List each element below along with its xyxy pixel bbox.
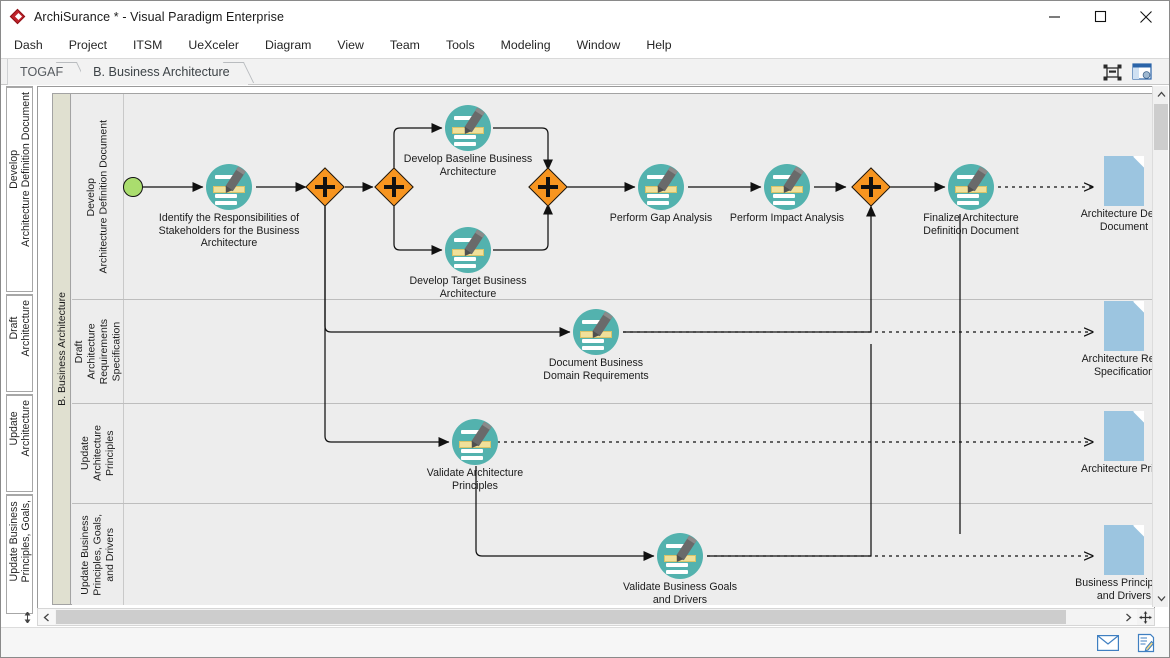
- task-label: Perform Impact Analysis: [692, 212, 882, 225]
- task-document-pencil-icon: [573, 309, 619, 355]
- menu-item-uexceler[interactable]: UeXceler: [175, 34, 252, 57]
- visual-paradigm-diamond-logo: [10, 9, 26, 25]
- menu-item-itsm[interactable]: ITSM: [120, 34, 175, 57]
- horizontal-scrollbar[interactable]: [37, 608, 1155, 626]
- application-window: ArchiSurance * - Visual Paradigm Enterpr…: [0, 0, 1170, 658]
- gateway-parallel-4[interactable]: [852, 168, 890, 206]
- data-object-business-principles-goals-and-drivers[interactable]: Business Principles, and Drivers: [1104, 525, 1144, 575]
- task-finalize-architecture-definition-document[interactable]: Finalize Architecture Definition Documen…: [948, 164, 994, 210]
- chevron-right-icon[interactable]: [1120, 609, 1137, 625]
- breadcrumb-tools: [1101, 61, 1153, 83]
- sidebar-tab-draft-architecture[interactable]: Draft Architecture: [6, 294, 33, 392]
- close-icon[interactable]: [1123, 1, 1169, 32]
- menu-item-project[interactable]: Project: [56, 34, 120, 57]
- data-object-icon: [1104, 525, 1144, 575]
- gateway-parallel-3[interactable]: [529, 168, 567, 206]
- data-object-architecture-principles[interactable]: Architecture Princi: [1104, 411, 1144, 461]
- parallel-gateway-icon: [852, 168, 890, 206]
- task-label: Develop Target Business Architecture: [353, 275, 583, 300]
- task-document-pencil-icon: [948, 164, 994, 210]
- move-resize-icon[interactable]: [1137, 609, 1154, 625]
- menu-item-help[interactable]: Help: [633, 34, 684, 57]
- task-document-pencil-icon: [764, 164, 810, 210]
- pool-business-architecture[interactable]: B. Business Architecture Develop Archite…: [52, 93, 1155, 605]
- breadcrumb-item-business-architecture[interactable]: B. Business Architecture: [81, 59, 248, 85]
- sidebar-tab-update-architecture[interactable]: Update Architecture: [6, 394, 33, 492]
- maximize-icon[interactable]: [1077, 1, 1123, 32]
- sidebar-tab-label: Update Architecture: [8, 400, 32, 457]
- task-document-pencil-icon: [445, 227, 491, 273]
- breadcrumb: TOGAF B. Business Architecture: [7, 59, 248, 85]
- data-object-label: Architecture Defini Document: [1029, 208, 1155, 233]
- diagram-canvas[interactable]: B. Business Architecture Develop Archite…: [37, 86, 1155, 623]
- menu-bar: Dash Project ITSM UeXceler Diagram View …: [1, 32, 1169, 59]
- gateway-parallel-1[interactable]: [306, 168, 344, 206]
- task-validate-architecture-principles[interactable]: Validate Architecture Principles: [452, 419, 498, 465]
- breadcrumb-bar: TOGAF B. Business Architecture: [1, 59, 1169, 85]
- data-object-architecture-definition-document[interactable]: Architecture Defini Document: [1104, 156, 1144, 206]
- task-document-pencil-icon: [638, 164, 684, 210]
- minimize-icon[interactable]: [1031, 1, 1077, 32]
- data-object-icon: [1104, 411, 1144, 461]
- window-title: ArchiSurance * - Visual Paradigm Enterpr…: [34, 10, 284, 24]
- vertical-scrollbar[interactable]: [1152, 86, 1168, 607]
- parallel-gateway-icon: [306, 168, 344, 206]
- window-controls: [1031, 1, 1169, 32]
- diagram-overview-icon[interactable]: [1131, 61, 1153, 83]
- task-document-business-domain-requirements[interactable]: Document Business Domain Requirements: [573, 309, 619, 355]
- note-edit-icon[interactable]: [1131, 631, 1161, 655]
- task-develop-target-business-architecture[interactable]: Develop Target Business Architecture: [445, 227, 491, 273]
- sidebar-tab-label: Draft Architecture: [8, 300, 32, 357]
- data-object-label: Business Principles, and Drivers: [1029, 577, 1155, 602]
- canvas-corner-handle[interactable]: [19, 609, 35, 625]
- start-event[interactable]: [123, 177, 143, 197]
- data-object-icon: [1104, 156, 1144, 206]
- menu-item-window[interactable]: Window: [564, 34, 634, 57]
- vertical-scrollbar-thumb[interactable]: [1154, 104, 1168, 150]
- title-bar: ArchiSurance * - Visual Paradigm Enterpr…: [1, 1, 1169, 32]
- task-validate-business-goals-and-drivers[interactable]: Validate Business Goals and Drivers: [657, 533, 703, 579]
- task-label: Identify the Responsibilities of Stakeho…: [114, 212, 344, 250]
- task-label: Validate Architecture Principles: [380, 467, 570, 492]
- task-perform-gap-analysis[interactable]: Perform Gap Analysis: [638, 164, 684, 210]
- data-object-label: Architecture Princi: [1029, 463, 1155, 476]
- task-identify-responsibilities[interactable]: Identify the Responsibilities of Stakeho…: [206, 164, 252, 210]
- task-label: Document Business Domain Requirements: [501, 357, 691, 382]
- task-document-pencil-icon: [445, 105, 491, 151]
- chevron-up-icon[interactable]: [1153, 86, 1169, 103]
- menu-item-tools[interactable]: Tools: [433, 34, 488, 57]
- sidebar-tab-develop-add[interactable]: Develop Architecture Definition Document: [6, 86, 33, 292]
- menu-item-modeling[interactable]: Modeling: [488, 34, 564, 57]
- task-document-pencil-icon: [206, 164, 252, 210]
- sidebar-tab-label: Develop Architecture Definition Document: [8, 92, 32, 247]
- parallel-gateway-icon: [529, 168, 567, 206]
- menu-item-dash[interactable]: Dash: [1, 34, 56, 57]
- task-develop-baseline-business-architecture[interactable]: Develop Baseline Business Architecture: [445, 105, 491, 151]
- sidebar-tab-update-business-principles[interactable]: Update Business Principles, Goals,: [6, 494, 33, 614]
- start-event-circle: [123, 177, 143, 197]
- data-object-icon: [1104, 301, 1144, 351]
- task-label: Validate Business Goals and Drivers: [585, 581, 775, 606]
- vertical-tab-strip: Develop Architecture Definition Document…: [2, 86, 34, 626]
- mail-icon[interactable]: [1093, 631, 1123, 655]
- sidebar-tab-label: Update Business Principles, Goals,: [8, 500, 32, 582]
- chevron-left-icon[interactable]: [38, 609, 55, 625]
- data-object-architecture-requirements-specification[interactable]: Architecture Requ Specification: [1104, 301, 1144, 351]
- horizontal-scrollbar-thumb[interactable]: [56, 610, 1066, 624]
- menu-item-view[interactable]: View: [324, 34, 376, 57]
- menu-item-diagram[interactable]: Diagram: [252, 34, 324, 57]
- data-object-label: Architecture Requ Specification: [1029, 353, 1155, 378]
- task-perform-impact-analysis[interactable]: Perform Impact Analysis: [764, 164, 810, 210]
- menu-item-team[interactable]: Team: [377, 34, 433, 57]
- fit-to-screen-icon[interactable]: [1101, 61, 1123, 83]
- task-document-pencil-icon: [452, 419, 498, 465]
- chevron-down-icon[interactable]: [1153, 590, 1169, 607]
- status-bar: [1, 627, 1169, 657]
- breadcrumb-item-togaf[interactable]: TOGAF: [7, 59, 81, 85]
- task-document-pencil-icon: [657, 533, 703, 579]
